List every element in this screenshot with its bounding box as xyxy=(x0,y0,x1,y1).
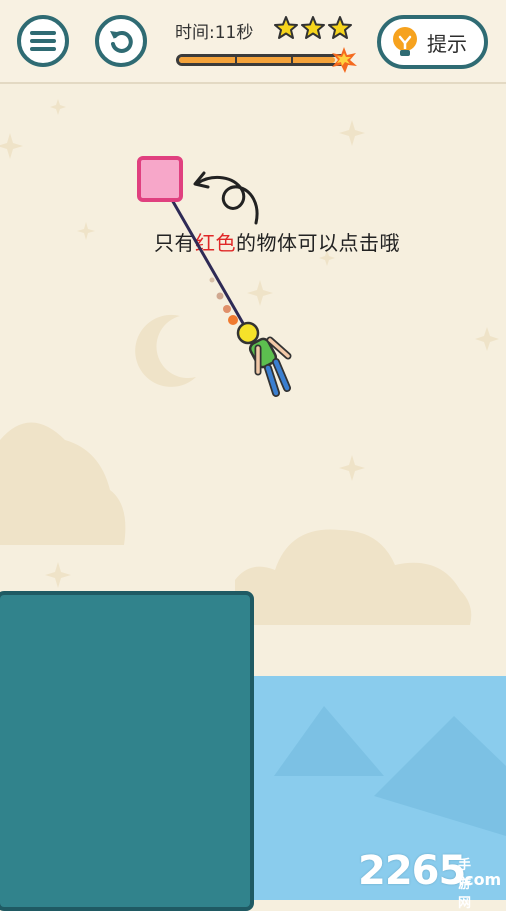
cliff-platform xyxy=(0,591,254,911)
motion-trail xyxy=(209,277,238,325)
watermark-main: 2265 xyxy=(358,848,466,894)
stickman-head xyxy=(236,321,260,345)
watermark: 2265 手游网 .com xyxy=(358,848,501,911)
stickman xyxy=(236,321,292,397)
watermark-com: .com xyxy=(458,870,502,889)
anchor-box[interactable] xyxy=(137,156,183,202)
